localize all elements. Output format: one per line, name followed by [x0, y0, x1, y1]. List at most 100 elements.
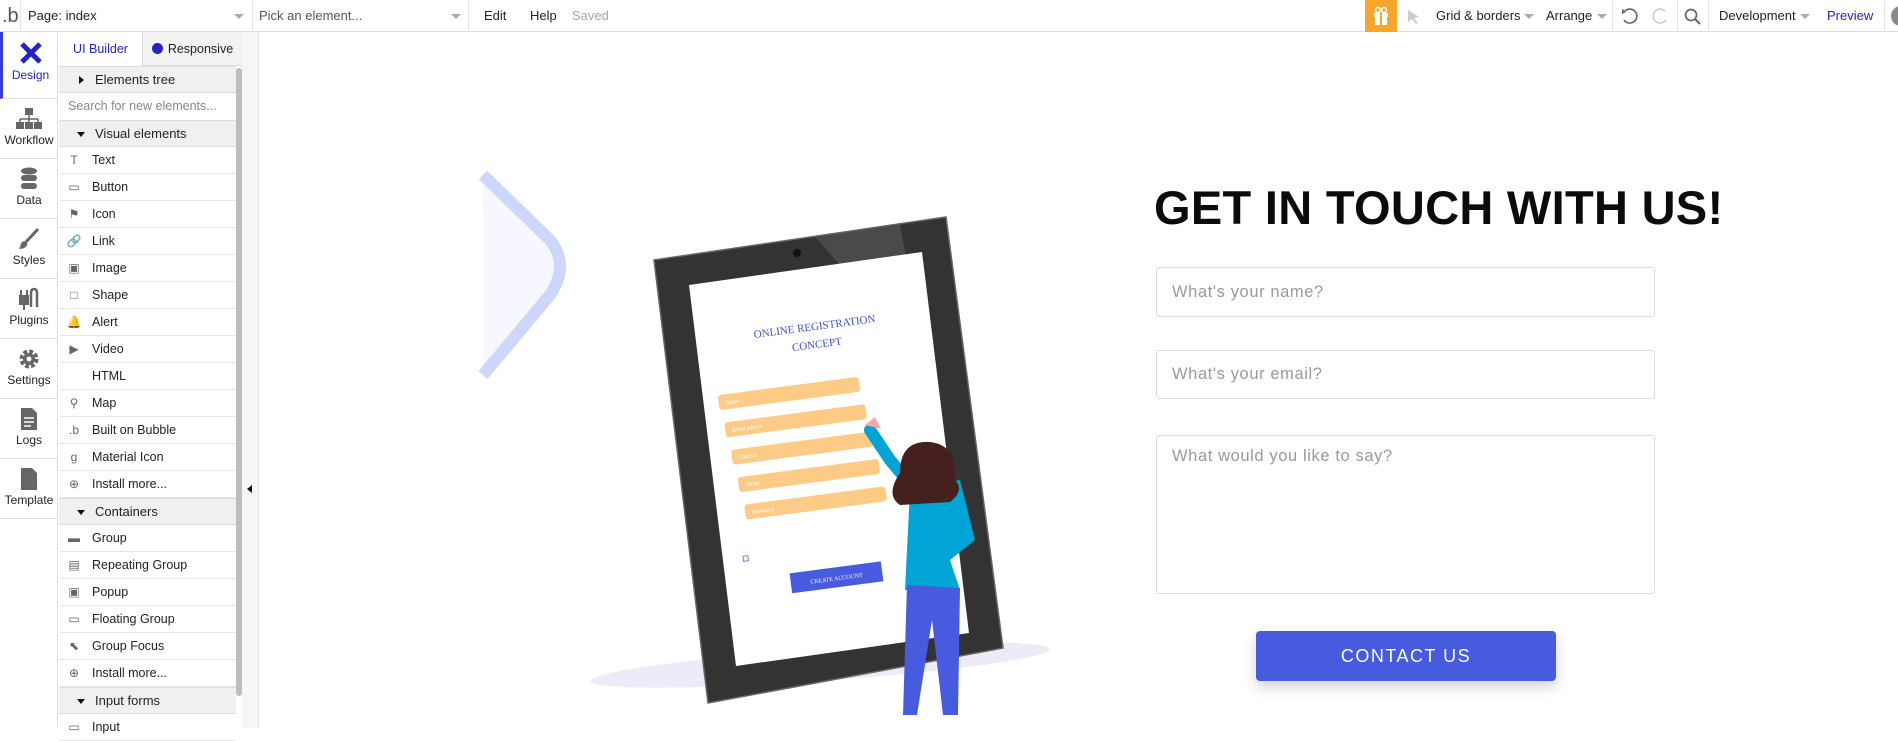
message-textarea[interactable]: What would you like to say?	[1156, 435, 1655, 594]
workflow-icon	[16, 108, 42, 129]
nav-design[interactable]: Design	[0, 32, 58, 99]
preview-button[interactable]: Preview	[1827, 0, 1873, 32]
repeating-group-icon: ▤	[68, 558, 80, 572]
chevron-down-icon	[1800, 14, 1810, 19]
item-label: Text	[92, 153, 115, 167]
search-icon[interactable]	[1683, 7, 1703, 27]
element-item-text[interactable]: T Text	[59, 147, 236, 174]
install-more-icon: ⊕	[68, 666, 80, 680]
caret-down-icon	[77, 699, 85, 704]
element-item-html[interactable]: HTML	[59, 363, 236, 390]
nav-template[interactable]: Template	[0, 459, 58, 519]
nav-data[interactable]: Data	[0, 159, 58, 219]
arrange-label: Arrange	[1546, 8, 1593, 23]
element-item-popup[interactable]: ▣ Popup	[59, 579, 236, 606]
document-icon	[21, 408, 37, 430]
element-item-group[interactable]: ▬ Group	[59, 525, 236, 552]
element-item-material-icon[interactable]: g Material Icon	[59, 444, 236, 471]
environment-selector[interactable]: Development	[1719, 0, 1796, 32]
nav-settings[interactable]: Settings	[0, 339, 58, 399]
save-status: Saved	[572, 8, 609, 23]
tab-ui-builder[interactable]: UI Builder	[59, 32, 142, 66]
element-item-group-focus[interactable]: ⬉ Group Focus	[59, 633, 236, 660]
panel-collapse-gutter[interactable]	[242, 32, 259, 728]
element-item-button[interactable]: ▭ Button	[59, 174, 236, 201]
plug-icon	[19, 287, 39, 310]
item-label: Link	[92, 234, 115, 248]
element-item-floating-group[interactable]: ▭ Floating Group	[59, 606, 236, 633]
top-toolbar: .b Page: index Pick an element... Edit H…	[0, 0, 1898, 32]
nav-workflow[interactable]: Workflow	[0, 99, 58, 159]
caret-right-icon	[79, 76, 84, 84]
redo-icon[interactable]	[1651, 6, 1671, 26]
item-label: Video	[92, 342, 124, 356]
name-input[interactable]: What's your name?	[1156, 267, 1655, 317]
chevron-down-icon	[451, 14, 461, 19]
element-item-shape[interactable]: □ Shape	[59, 282, 236, 309]
floating-group-icon: ▭	[68, 612, 80, 626]
design-icon	[19, 42, 42, 64]
header-label: Elements tree	[95, 72, 176, 87]
edit-menu[interactable]: Edit	[484, 0, 506, 32]
tab-responsive[interactable]: Responsive	[142, 32, 242, 66]
arrange-menu[interactable]: Arrange	[1546, 0, 1592, 32]
nav-styles[interactable]: Styles	[0, 219, 58, 279]
header-label: Visual elements	[95, 126, 187, 141]
element-item-alert[interactable]: 🔔 Alert	[59, 309, 236, 336]
element-item-video[interactable]: ▶ Video	[59, 336, 236, 363]
popup-icon: ▣	[68, 585, 80, 599]
avatar[interactable]	[1891, 6, 1898, 26]
group-icon: ▬	[68, 531, 80, 545]
caret-down-icon	[77, 132, 85, 137]
nav-plugins[interactable]: Plugins	[0, 279, 58, 339]
item-label: Popup	[92, 585, 129, 599]
element-picker-placeholder: Pick an element...	[259, 8, 363, 23]
grid-borders-menu[interactable]: Grid & borders	[1436, 0, 1521, 32]
item-label: Group Focus	[92, 639, 165, 653]
element-item-icon[interactable]: ⚑ Icon	[59, 201, 236, 228]
built-on-bubble-icon: .b	[68, 423, 79, 437]
cursor-icon[interactable]	[1404, 7, 1422, 25]
item-label: Image	[92, 261, 127, 275]
shape-icon: □	[70, 288, 78, 302]
item-label: Material Icon	[92, 450, 164, 464]
elements-panel: UI Builder Responsive Elements tree Sear…	[59, 32, 242, 741]
tablet-camera	[793, 249, 801, 257]
element-item-image[interactable]: ▣ Image	[59, 255, 236, 282]
nav-label: Design	[11, 68, 50, 82]
element-search-input[interactable]: Search for new elements...	[59, 93, 236, 120]
nav-label: Data	[16, 193, 42, 207]
element-item-map[interactable]: ⚲ Map	[59, 390, 236, 417]
icon-icon: ⚑	[68, 207, 80, 221]
section-header-visual[interactable]: Visual elements	[59, 120, 236, 147]
element-item-link[interactable]: 🔗 Link	[59, 228, 236, 255]
database-icon	[21, 167, 37, 189]
help-menu[interactable]: Help	[530, 0, 557, 32]
page-selector[interactable]: Page: index	[28, 0, 250, 32]
bubble-logo[interactable]: .b	[2, 0, 19, 32]
item-label: Install more...	[92, 477, 168, 491]
registration-illustration: ONLINE REGISTRATION CONCEPT NameEmail ad…	[478, 170, 1050, 715]
item-label: HTML	[92, 369, 127, 383]
contact-us-button[interactable]: CONTACT US	[1256, 631, 1556, 681]
email-input[interactable]: What's your email?	[1156, 350, 1655, 399]
chevron-down-icon	[1524, 14, 1534, 19]
map-icon: ⚲	[69, 396, 79, 410]
element-item-install-more[interactable]: ⊕ Install more...	[59, 471, 236, 498]
collapse-arrow-icon[interactable]	[247, 485, 252, 493]
section-header-containers[interactable]: Containers	[59, 498, 236, 525]
element-item-install-more[interactable]: ⊕ Install more...	[59, 660, 236, 687]
nav-logs[interactable]: Logs	[0, 399, 58, 459]
section-header-input[interactable]: Input forms	[59, 687, 236, 714]
elements-tree-header[interactable]: Elements tree	[59, 66, 236, 93]
element-picker[interactable]: Pick an element...	[259, 0, 467, 32]
item-label: Map	[92, 396, 117, 410]
element-item-repeating-group[interactable]: ▤ Repeating Group	[59, 552, 236, 579]
item-label: Install more...	[92, 666, 168, 680]
element-item-built-on-bubble[interactable]: .b Built on Bubble	[59, 417, 236, 444]
nav-label: Plugins	[9, 313, 49, 327]
undo-icon[interactable]	[1619, 6, 1639, 26]
gift-button[interactable]	[1365, 0, 1397, 32]
page-label: Page: index	[28, 8, 97, 23]
nav-label: Workflow	[4, 133, 54, 147]
